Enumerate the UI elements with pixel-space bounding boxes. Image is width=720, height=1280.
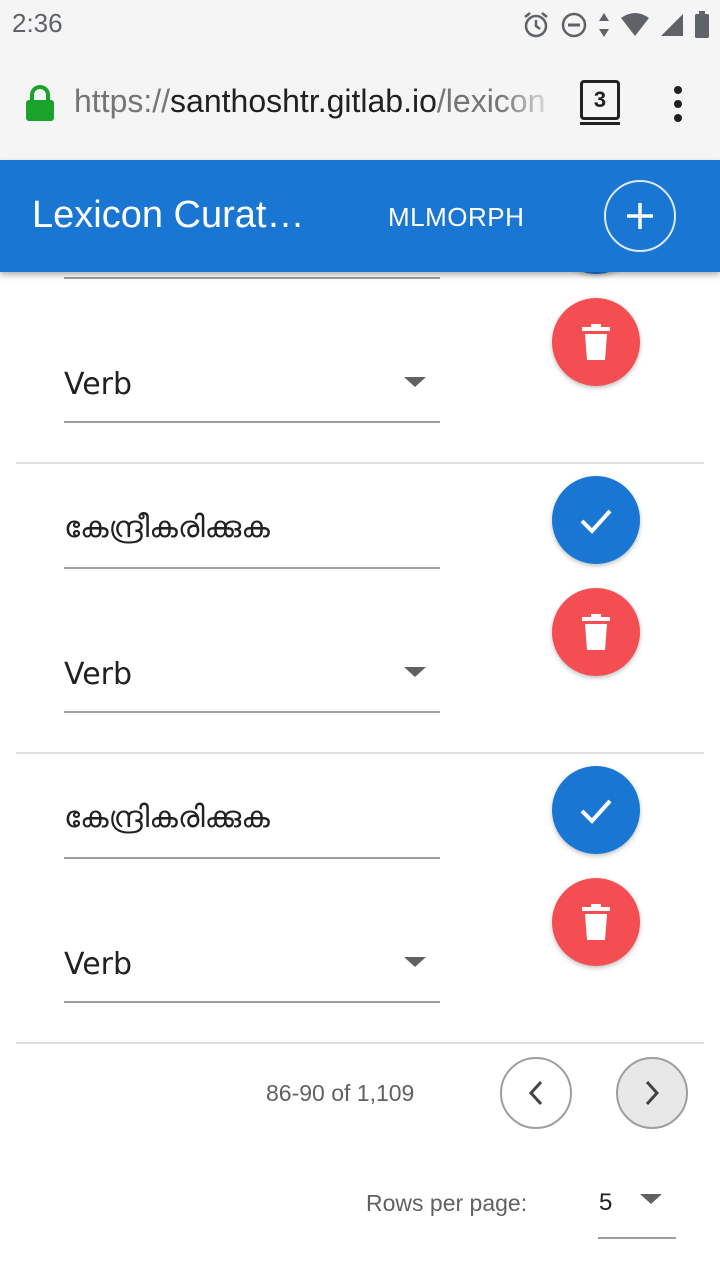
status-bar: 2:36 [0,0,720,50]
next-page-button[interactable] [616,1057,688,1129]
url-scheme: https:// [74,83,171,119]
overflow-menu-icon[interactable] [668,86,688,126]
data-arrows-icon [599,13,609,37]
category-value: Verb [64,657,133,692]
delete-button[interactable] [552,588,640,676]
add-entry-button[interactable] [604,180,676,252]
lock-icon [26,85,54,121]
previous-page-button[interactable] [500,1057,572,1129]
rows-per-page-underline [598,1237,676,1239]
save-button[interactable] [552,766,640,854]
category-value: Verb [64,947,133,982]
category-field-underline [64,1001,440,1003]
url-fade [500,80,560,130]
dropdown-arrow-icon [404,667,426,677]
app-title: Lexicon Curat… [32,194,305,236]
page-range: 86-90 of 1,109 [266,1080,415,1106]
tab-switcher-button[interactable]: 3 [580,80,620,120]
trash-icon [582,324,610,360]
check-icon [580,799,612,824]
status-icons [522,8,710,42]
trash-icon [582,614,610,650]
app-bar: Lexicon Curat… MLMORPH [0,160,720,272]
delete-button[interactable] [552,878,640,966]
signal-icon [661,14,683,36]
status-time: 2:36 [12,8,63,38]
word-field-underline [64,567,440,569]
dropdown-arrow-icon [404,377,426,387]
mlmorph-link[interactable]: MLMORPH [388,202,524,233]
do-not-disturb-icon [561,12,587,38]
category-field-underline [64,421,440,423]
tab-switcher-underline [580,122,620,125]
wifi-icon [621,13,649,36]
rows-per-page-label: Rows per page: [366,1190,528,1216]
check-icon [580,509,612,534]
chevron-left-icon [528,1080,543,1106]
delete-button[interactable] [552,298,640,386]
row-divider [16,462,704,464]
word-field-underline [64,857,440,859]
dropdown-arrow-icon [640,1194,662,1204]
trash-icon [582,904,610,940]
save-button[interactable] [552,476,640,564]
alarm-icon [524,12,548,38]
category-value: Verb [64,367,133,402]
url-host: santhoshtr.gitlab.io [170,83,437,119]
chevron-right-icon [645,1080,660,1106]
plus-icon [627,203,653,229]
url-field[interactable]: https://santhoshtr.gitlab.io/lexicon [74,83,558,127]
lexicon-list: Verb കേന്ദ്രീകരിക്കുക Verb കേന്ദ്രികരിക്… [0,272,720,1280]
battery-icon [695,11,709,38]
browser-toolbar: https://santhoshtr.gitlab.io/lexicon 3 [0,50,720,160]
word-field-underline [64,277,440,279]
row-divider [16,752,704,754]
category-field-underline [64,711,440,713]
word-value: കേന്ദ്രികരിക്കുക [64,800,270,835]
dropdown-arrow-icon [404,957,426,967]
rows-per-page-value: 5 [599,1189,613,1216]
save-button[interactable] [552,272,640,274]
word-value: കേന്ദ്രീകരിക്കുക [64,510,270,545]
row-divider [16,1042,704,1044]
